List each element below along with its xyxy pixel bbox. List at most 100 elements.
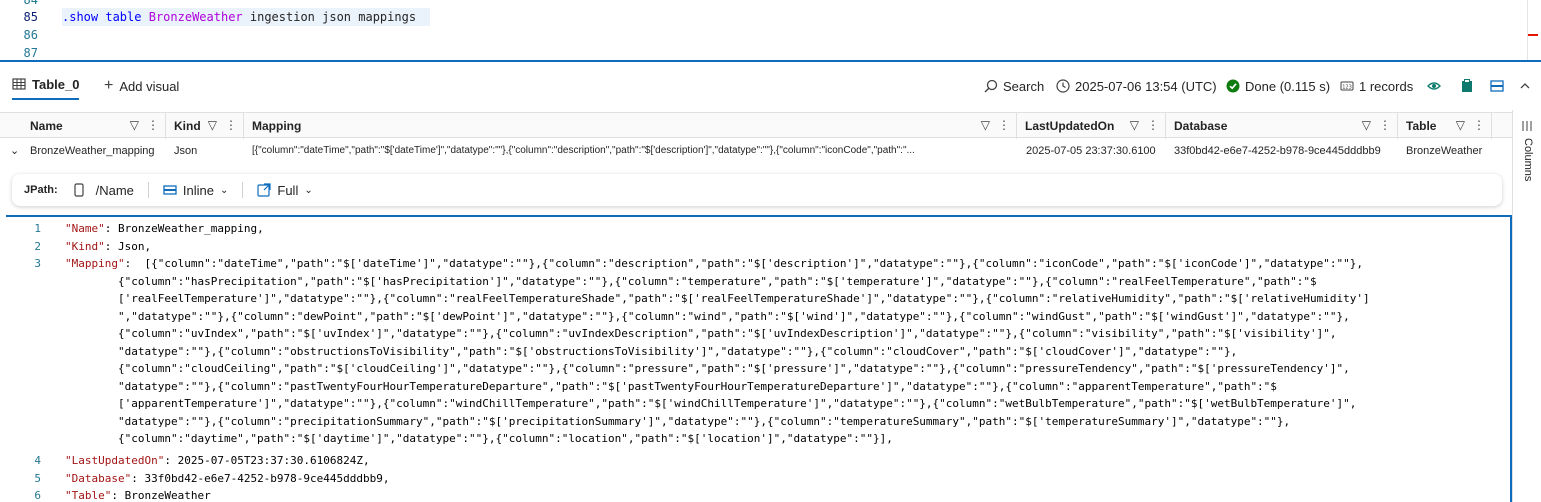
columns-icon (1522, 121, 1532, 131)
json-line: {"column":"cloudCeiling","path":"$['clou… (6, 360, 1506, 378)
json-line: "datatype":""},{"column":"pastTwentyFour… (6, 378, 1506, 396)
eye-icon (1427, 82, 1441, 90)
divider (147, 182, 149, 198)
jpath-label: JPath: (24, 184, 58, 196)
more-icon[interactable]: ⋮ (1147, 118, 1159, 132)
json-viewer[interactable]: 1 "Name": BronzeWeather_mapping, 2 "Kind":… (6, 215, 1512, 502)
column-header-kind[interactable]: Kind ▽ ⋮ (166, 113, 244, 139)
json-line: 4 "LastUpdatedOn": 2025-07-05T23:37:30.61… (6, 452, 1506, 470)
chevron-up-icon (1520, 83, 1530, 89)
query-rest: ingestion json mappings (249, 10, 417, 24)
line-number: 3 (34, 257, 41, 270)
editor-line-current[interactable]: 85 .show table BronzeWeather ingestion j… (0, 8, 1525, 26)
expand-icon (257, 183, 271, 197)
json-value: : BronzeWeather_mapping, (104, 222, 264, 235)
cell-name[interactable]: BronzeWeather_mapping (30, 139, 164, 163)
line-number: 4 (34, 454, 41, 467)
filter-icon[interactable]: ▽ (208, 118, 217, 132)
clock-icon (1056, 79, 1070, 93)
columns-side-panel[interactable]: Columns (1512, 110, 1541, 502)
search-button[interactable]: Search (984, 76, 1044, 96)
filter-icon[interactable]: ▽ (1362, 118, 1371, 132)
json-line: ","datatype":""},{"column":"dewPoint","p… (6, 308, 1506, 326)
search-label: Search (1003, 78, 1045, 94)
columns-panel-label: Columns (1522, 138, 1534, 182)
cell-database[interactable]: 33f0bd42-e6e7-4252-b978-9ce445dddbb9 (1174, 139, 1396, 163)
filter-icon[interactable]: ▽ (1456, 118, 1465, 132)
cell-mapping[interactable]: [{"column":"dateTime","path":"$['dateTim… (252, 139, 1009, 163)
cell-kind[interactable]: Json (174, 139, 240, 163)
json-line: {"column":"uvIndex","path":"$['uvIndex']… (6, 325, 1506, 343)
query-command: .show table (62, 10, 142, 24)
line-number: 5 (34, 471, 41, 485)
inline-label: Inline (182, 182, 214, 198)
line-number: 1 (34, 222, 41, 235)
json-key: "Table" (65, 489, 112, 502)
add-visual-label: Add visual (119, 78, 180, 94)
results-toolbar: Table_0 + Add visual Search 2025-07-06 1… (0, 64, 1541, 108)
column-header-name[interactable]: Name ▽ ⋮ (22, 113, 166, 139)
layout-toggle-button[interactable] (1490, 76, 1504, 96)
json-key: "Name" (65, 222, 105, 235)
copy-button[interactable] (1460, 76, 1474, 96)
query-editor[interactable]: 84 85 .show table BronzeWeather ingestio… (0, 0, 1541, 62)
json-line: {"column":"daytime","path":"$['daytime']… (6, 430, 1506, 448)
column-header-lastupdatedon[interactable]: LastUpdatedOn ▽ ⋮ (1017, 113, 1166, 139)
json-line: 5 "Database": 33f0bd42-e6e7-4252-b978-9ce… (6, 470, 1506, 488)
json-line: "datatype":""},{"column":"precipitationS… (6, 413, 1506, 431)
jpath-copy[interactable] (72, 183, 86, 197)
cell-table[interactable]: BronzeWeather (1406, 139, 1492, 163)
column-header-label: Mapping (252, 119, 302, 133)
json-value: : 2025-07-05T23:37:30.6106824Z, (164, 454, 370, 467)
search-icon (984, 79, 998, 93)
success-check-icon (1226, 79, 1240, 93)
inline-dropdown[interactable]: Inline ⌄ (163, 183, 228, 198)
column-header-label: Name (30, 119, 63, 133)
collapse-button[interactable] (1518, 76, 1532, 96)
line-number: 87 (23, 46, 38, 60)
add-visual-button[interactable]: + Add visual (104, 72, 179, 100)
line-number: 86 (23, 28, 38, 42)
filter-icon[interactable]: ▽ (1130, 118, 1139, 132)
record-count: 123 1 records (1340, 76, 1413, 96)
svg-text:123: 123 (1342, 85, 1352, 91)
line-number: 85 (23, 10, 38, 24)
more-icon[interactable]: ⋮ (1379, 118, 1391, 132)
preview-button[interactable] (1427, 76, 1441, 96)
query-status: Done (0.115 s) (1226, 76, 1330, 96)
copy-icon (74, 183, 84, 197)
editor-scrollbar[interactable] (1527, 0, 1541, 60)
column-header-table[interactable]: Table ▽ ⋮ (1398, 113, 1492, 139)
json-value: : BronzeWeather (111, 489, 211, 502)
query-table: BronzeWeather (148, 10, 243, 24)
table-row[interactable]: ⌄ BronzeWeather_mapping Json [{"column":… (0, 139, 1512, 163)
filter-icon[interactable]: ▽ (130, 118, 139, 132)
json-value: {"column":"cloudCeiling","path":"$['clou… (65, 362, 1350, 375)
column-header-database[interactable]: Database ▽ ⋮ (1166, 113, 1398, 139)
column-header-label: Kind (174, 119, 201, 133)
full-dropdown[interactable]: Full ⌄ (257, 183, 313, 198)
column-header-label: Table (1406, 119, 1437, 133)
tab-table-0[interactable]: Table_0 (12, 72, 80, 100)
query-timestamp: 2025-07-06 13:54 (UTC) (1056, 76, 1217, 96)
more-icon[interactable]: ⋮ (225, 118, 237, 132)
column-header-mapping[interactable]: Mapping ▽ ⋮ (244, 113, 1017, 139)
json-line: 2 "Kind": Json, (6, 238, 1506, 256)
more-icon[interactable]: ⋮ (147, 118, 159, 132)
filter-icon[interactable]: ▽ (981, 118, 990, 132)
cell-lastupdatedon[interactable]: 2025-07-05 23:37:30.6100 (1026, 139, 1164, 163)
json-line: {"column":"hasPrecipitation","path":"$['… (6, 273, 1506, 291)
chevron-down-icon[interactable]: ⌄ (10, 139, 24, 163)
tab-label: Table_0 (32, 76, 80, 92)
column-header-label: LastUpdatedOn (1025, 119, 1115, 133)
more-icon[interactable]: ⋮ (998, 118, 1010, 132)
divider (242, 182, 244, 198)
json-value: ['apparentTemperature']","datatype":""},… (65, 397, 1357, 410)
json-value: {"column":"uvIndex","path":"$['uvIndex']… (65, 327, 1337, 340)
query-text[interactable]: .show table BronzeWeather ingestion json… (62, 8, 431, 26)
json-line: ['realFeelTemperature']","datatype":""},… (6, 290, 1506, 308)
chevron-down-icon: ⌄ (304, 184, 313, 196)
more-icon[interactable]: ⋮ (1473, 118, 1485, 132)
status-text: Done (0.115 s) (1245, 78, 1331, 94)
clipboard-icon (1462, 79, 1472, 92)
